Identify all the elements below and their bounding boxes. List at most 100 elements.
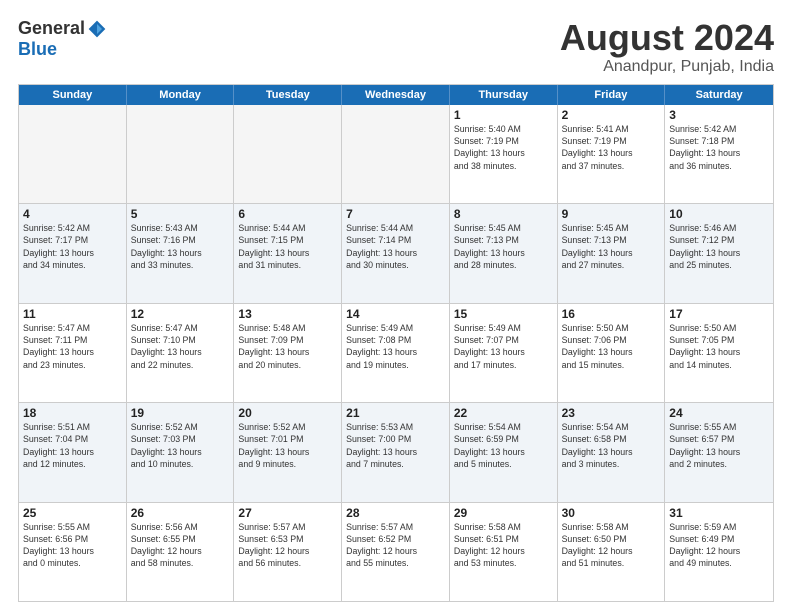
calendar-cell	[19, 105, 127, 203]
calendar-cell: 22Sunrise: 5:54 AM Sunset: 6:59 PM Dayli…	[450, 403, 558, 501]
day-number: 23	[562, 406, 661, 420]
day-number: 10	[669, 207, 769, 221]
day-info: Sunrise: 5:52 AM Sunset: 7:01 PM Dayligh…	[238, 421, 337, 470]
header-day-friday: Friday	[558, 85, 666, 105]
day-number: 30	[562, 506, 661, 520]
day-info: Sunrise: 5:54 AM Sunset: 6:59 PM Dayligh…	[454, 421, 553, 470]
calendar-cell: 27Sunrise: 5:57 AM Sunset: 6:53 PM Dayli…	[234, 503, 342, 601]
day-info: Sunrise: 5:57 AM Sunset: 6:53 PM Dayligh…	[238, 521, 337, 570]
day-number: 14	[346, 307, 445, 321]
day-info: Sunrise: 5:58 AM Sunset: 6:50 PM Dayligh…	[562, 521, 661, 570]
calendar-cell: 6Sunrise: 5:44 AM Sunset: 7:15 PM Daylig…	[234, 204, 342, 302]
header-day-sunday: Sunday	[19, 85, 127, 105]
calendar-cell: 1Sunrise: 5:40 AM Sunset: 7:19 PM Daylig…	[450, 105, 558, 203]
day-number: 18	[23, 406, 122, 420]
day-info: Sunrise: 5:47 AM Sunset: 7:11 PM Dayligh…	[23, 322, 122, 371]
day-info: Sunrise: 5:49 AM Sunset: 7:08 PM Dayligh…	[346, 322, 445, 371]
sub-title: Anandpur, Punjab, India	[560, 58, 774, 76]
calendar-row-0: 1Sunrise: 5:40 AM Sunset: 7:19 PM Daylig…	[19, 105, 773, 203]
day-info: Sunrise: 5:48 AM Sunset: 7:09 PM Dayligh…	[238, 322, 337, 371]
day-number: 6	[238, 207, 337, 221]
calendar: SundayMondayTuesdayWednesdayThursdayFrid…	[18, 84, 774, 602]
logo-blue-text: Blue	[18, 39, 57, 60]
day-info: Sunrise: 5:56 AM Sunset: 6:55 PM Dayligh…	[131, 521, 230, 570]
day-info: Sunrise: 5:55 AM Sunset: 6:57 PM Dayligh…	[669, 421, 769, 470]
day-number: 2	[562, 108, 661, 122]
day-info: Sunrise: 5:53 AM Sunset: 7:00 PM Dayligh…	[346, 421, 445, 470]
logo: General Blue	[18, 18, 107, 60]
day-number: 7	[346, 207, 445, 221]
day-info: Sunrise: 5:46 AM Sunset: 7:12 PM Dayligh…	[669, 222, 769, 271]
day-info: Sunrise: 5:58 AM Sunset: 6:51 PM Dayligh…	[454, 521, 553, 570]
day-info: Sunrise: 5:51 AM Sunset: 7:04 PM Dayligh…	[23, 421, 122, 470]
header-day-wednesday: Wednesday	[342, 85, 450, 105]
day-number: 12	[131, 307, 230, 321]
calendar-cell: 2Sunrise: 5:41 AM Sunset: 7:19 PM Daylig…	[558, 105, 666, 203]
calendar-cell: 21Sunrise: 5:53 AM Sunset: 7:00 PM Dayli…	[342, 403, 450, 501]
calendar-cell: 31Sunrise: 5:59 AM Sunset: 6:49 PM Dayli…	[665, 503, 773, 601]
day-number: 26	[131, 506, 230, 520]
calendar-cell	[127, 105, 235, 203]
day-number: 20	[238, 406, 337, 420]
day-info: Sunrise: 5:54 AM Sunset: 6:58 PM Dayligh…	[562, 421, 661, 470]
calendar-cell: 3Sunrise: 5:42 AM Sunset: 7:18 PM Daylig…	[665, 105, 773, 203]
day-number: 1	[454, 108, 553, 122]
calendar-cell: 8Sunrise: 5:45 AM Sunset: 7:13 PM Daylig…	[450, 204, 558, 302]
day-number: 27	[238, 506, 337, 520]
day-number: 31	[669, 506, 769, 520]
calendar-row-3: 18Sunrise: 5:51 AM Sunset: 7:04 PM Dayli…	[19, 402, 773, 501]
day-info: Sunrise: 5:41 AM Sunset: 7:19 PM Dayligh…	[562, 123, 661, 172]
calendar-cell: 5Sunrise: 5:43 AM Sunset: 7:16 PM Daylig…	[127, 204, 235, 302]
day-number: 5	[131, 207, 230, 221]
calendar-cell	[234, 105, 342, 203]
calendar-cell: 16Sunrise: 5:50 AM Sunset: 7:06 PM Dayli…	[558, 304, 666, 402]
header-day-thursday: Thursday	[450, 85, 558, 105]
day-number: 13	[238, 307, 337, 321]
calendar-cell: 10Sunrise: 5:46 AM Sunset: 7:12 PM Dayli…	[665, 204, 773, 302]
day-info: Sunrise: 5:42 AM Sunset: 7:17 PM Dayligh…	[23, 222, 122, 271]
day-info: Sunrise: 5:45 AM Sunset: 7:13 PM Dayligh…	[454, 222, 553, 271]
day-info: Sunrise: 5:57 AM Sunset: 6:52 PM Dayligh…	[346, 521, 445, 570]
calendar-cell: 19Sunrise: 5:52 AM Sunset: 7:03 PM Dayli…	[127, 403, 235, 501]
day-number: 29	[454, 506, 553, 520]
calendar-cell: 13Sunrise: 5:48 AM Sunset: 7:09 PM Dayli…	[234, 304, 342, 402]
main-title: August 2024	[560, 18, 774, 58]
day-number: 3	[669, 108, 769, 122]
header-day-tuesday: Tuesday	[234, 85, 342, 105]
day-info: Sunrise: 5:44 AM Sunset: 7:14 PM Dayligh…	[346, 222, 445, 271]
calendar-cell: 25Sunrise: 5:55 AM Sunset: 6:56 PM Dayli…	[19, 503, 127, 601]
day-number: 21	[346, 406, 445, 420]
day-info: Sunrise: 5:50 AM Sunset: 7:06 PM Dayligh…	[562, 322, 661, 371]
day-number: 19	[131, 406, 230, 420]
calendar-cell: 14Sunrise: 5:49 AM Sunset: 7:08 PM Dayli…	[342, 304, 450, 402]
calendar-cell: 24Sunrise: 5:55 AM Sunset: 6:57 PM Dayli…	[665, 403, 773, 501]
calendar-cell: 11Sunrise: 5:47 AM Sunset: 7:11 PM Dayli…	[19, 304, 127, 402]
day-number: 8	[454, 207, 553, 221]
day-number: 24	[669, 406, 769, 420]
calendar-cell: 20Sunrise: 5:52 AM Sunset: 7:01 PM Dayli…	[234, 403, 342, 501]
day-info: Sunrise: 5:42 AM Sunset: 7:18 PM Dayligh…	[669, 123, 769, 172]
day-info: Sunrise: 5:52 AM Sunset: 7:03 PM Dayligh…	[131, 421, 230, 470]
calendar-body: 1Sunrise: 5:40 AM Sunset: 7:19 PM Daylig…	[19, 105, 773, 601]
day-number: 4	[23, 207, 122, 221]
calendar-cell: 7Sunrise: 5:44 AM Sunset: 7:14 PM Daylig…	[342, 204, 450, 302]
header-day-saturday: Saturday	[665, 85, 773, 105]
calendar-cell: 12Sunrise: 5:47 AM Sunset: 7:10 PM Dayli…	[127, 304, 235, 402]
day-info: Sunrise: 5:45 AM Sunset: 7:13 PM Dayligh…	[562, 222, 661, 271]
day-info: Sunrise: 5:50 AM Sunset: 7:05 PM Dayligh…	[669, 322, 769, 371]
calendar-cell: 28Sunrise: 5:57 AM Sunset: 6:52 PM Dayli…	[342, 503, 450, 601]
calendar-row-4: 25Sunrise: 5:55 AM Sunset: 6:56 PM Dayli…	[19, 502, 773, 601]
day-number: 15	[454, 307, 553, 321]
calendar-row-2: 11Sunrise: 5:47 AM Sunset: 7:11 PM Dayli…	[19, 303, 773, 402]
day-number: 16	[562, 307, 661, 321]
header-day-monday: Monday	[127, 85, 235, 105]
day-number: 9	[562, 207, 661, 221]
calendar-cell: 17Sunrise: 5:50 AM Sunset: 7:05 PM Dayli…	[665, 304, 773, 402]
logo-general-text: General	[18, 18, 85, 39]
calendar-cell: 26Sunrise: 5:56 AM Sunset: 6:55 PM Dayli…	[127, 503, 235, 601]
calendar-cell	[342, 105, 450, 203]
day-info: Sunrise: 5:47 AM Sunset: 7:10 PM Dayligh…	[131, 322, 230, 371]
page: General Blue August 2024 Anandpur, Punja…	[0, 0, 792, 612]
calendar-cell: 4Sunrise: 5:42 AM Sunset: 7:17 PM Daylig…	[19, 204, 127, 302]
day-number: 22	[454, 406, 553, 420]
